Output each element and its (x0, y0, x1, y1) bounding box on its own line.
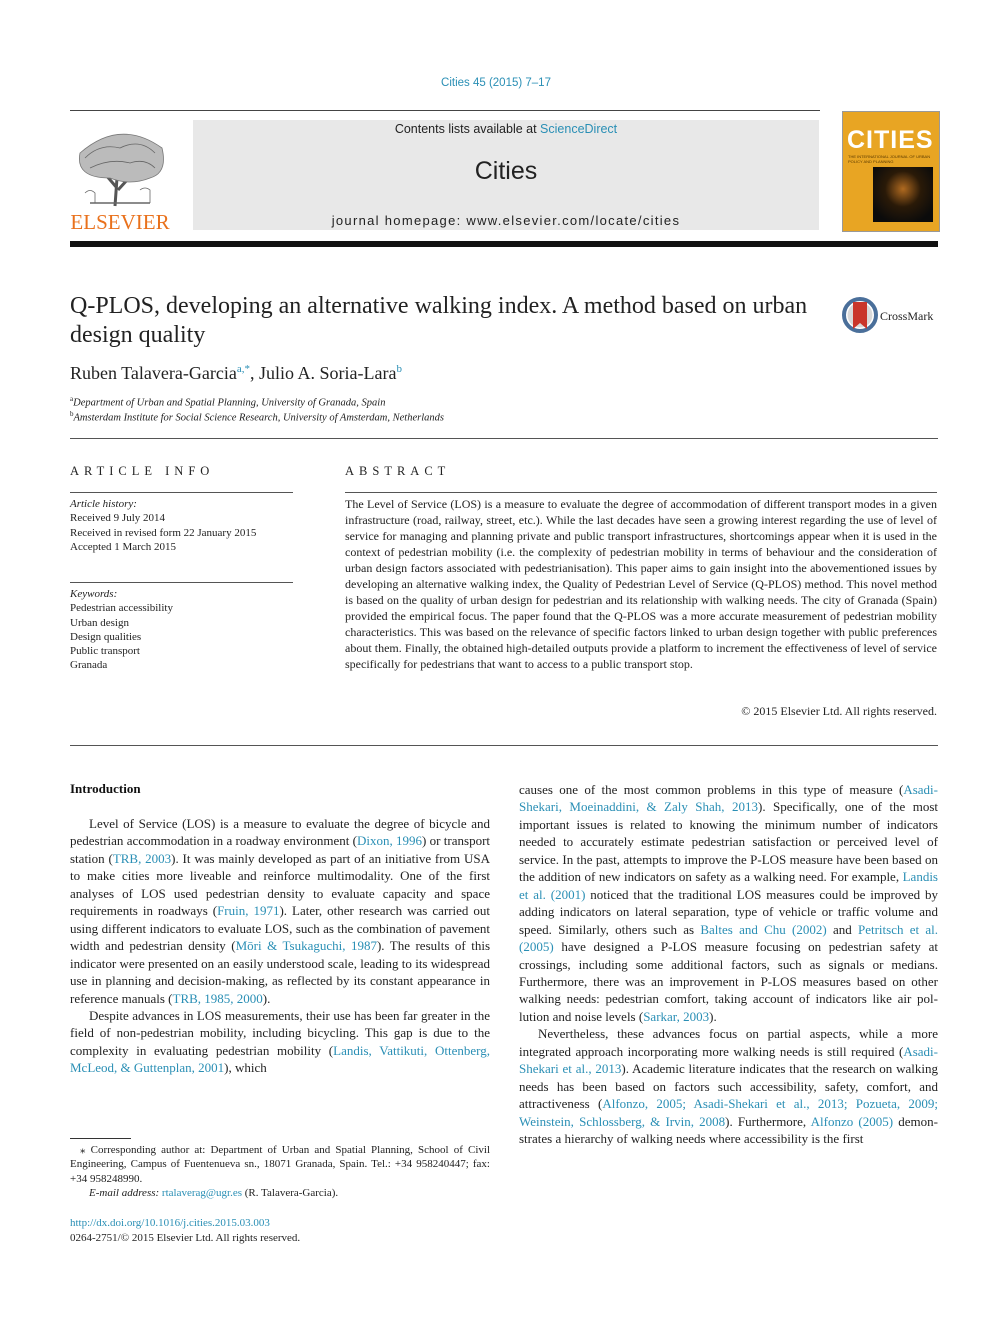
contents-prefix: Contents lists available at (394, 122, 541, 136)
header-divider (70, 110, 820, 111)
paragraph: causes one of the most common problems i… (519, 781, 938, 1025)
paragraph-text: and (826, 921, 858, 937)
author-affiliation-marker[interactable]: a,* (237, 363, 250, 375)
author-name[interactable]: Julio A. Soria-Lara (259, 363, 396, 383)
abstract-heading: ABSTRACT (345, 464, 451, 478)
sciencedirect-link[interactable]: ScienceDirect (540, 122, 617, 136)
affiliation-divider (70, 438, 938, 439)
keywords-divider (70, 582, 293, 583)
paragraph: Nevertheless, these advances focus on pa… (519, 1025, 938, 1147)
paragraph-text: ). Furthermore, (725, 1113, 811, 1129)
journal-name: Cities (474, 157, 538, 185)
body-column-right: causes one of the most common problems i… (519, 781, 938, 1148)
footnote-rule (70, 1138, 131, 1139)
section-heading-introduction: Introduction (70, 781, 141, 796)
cover-subtitle: THE INTERNATIONAL JOURNAL OF URBAN POLIC… (848, 154, 931, 164)
article-history-label: Article history: (70, 498, 137, 510)
journal-cover-thumbnail[interactable]: CITIES THE INTERNATIONAL JOURNAL OF URBA… (842, 111, 940, 232)
paragraph-text: have designed a P-LOS mea­sure focusing … (519, 939, 938, 1024)
history-item: Received 9 July 2014 (70, 512, 166, 525)
affiliation-text: Department of Urban and Spatial Planning… (73, 397, 386, 409)
contents-line: Contents lists available at ScienceDirec… (193, 122, 819, 136)
article-history: Article history: Received 9 July 2014 Re… (70, 497, 300, 554)
keyword-item: Pedestrian accessibility (70, 602, 173, 615)
crossmark-button[interactable]: CrossMark (842, 296, 942, 336)
journal-citation-link[interactable]: Cities 45 (2015) 7–17 (0, 77, 992, 89)
author-affiliation-marker[interactable]: b (396, 363, 402, 375)
citation-link[interactable]: TRB, 1985, 2000 (173, 991, 263, 1006)
citation-link[interactable]: TRB, 2003 (113, 851, 171, 866)
keywords: Keywords: Pedestrian accessibility Urban… (70, 587, 300, 673)
citation-link[interactable]: Mōri & Tsukaguchi, 1987 (236, 938, 377, 953)
corresponding-author-note: Corresponding author at: Department of U… (70, 1144, 491, 1185)
citation-link[interactable]: Fruin, 1971 (217, 903, 279, 918)
keyword-item: Design qualities (70, 630, 142, 643)
paragraph-text: ), which (224, 1060, 267, 1076)
email-suffix: (R. Talavera-Garcia). (242, 1186, 339, 1199)
journal-banner: Contents lists available at ScienceDirec… (193, 120, 819, 230)
citation-link[interactable]: Sarkar, 2003 (643, 1009, 709, 1024)
citation-link[interactable]: Dixon, 1996 (357, 833, 422, 848)
banner-bottom-rule (70, 241, 938, 247)
publisher-wordmark: ELSEVIER (70, 210, 170, 234)
citation-link[interactable]: Alfonzo (2005) (811, 1114, 893, 1129)
abstract-copyright: © 2015 Elsevier Ltd. All rights reserved… (741, 704, 937, 718)
history-item: Received in revised form 22 January 2015 (70, 526, 257, 539)
paragraph-text: Nevertheless, these advances focus on pa… (519, 1026, 938, 1059)
email-label: E-mail address: (89, 1186, 162, 1199)
paragraph-text: causes one of the most common problems i… (519, 782, 904, 797)
keyword-item: Granada (70, 659, 108, 672)
body-column-left: Level of Service (LOS) is a measure to e… (70, 815, 490, 1077)
citation-link[interactable]: Baltes and Chu (2002) (700, 922, 826, 937)
keyword-item: Public transport (70, 645, 140, 658)
article-title: Q-PLOS, developing an alternative walkin… (70, 293, 808, 348)
crossmark-label: CrossMark (880, 309, 934, 323)
paragraph: Despite advances in LOS measurements, th… (70, 1007, 490, 1077)
author-list: Ruben Talavera-Garciaa,*, Julio A. Soria… (70, 363, 402, 383)
abstract-divider (345, 492, 937, 493)
affiliation-text: Amsterdam Institute for Social Science R… (73, 412, 444, 424)
doi-block: http://dx.doi.org/10.1016/j.cities.2015.… (70, 1216, 300, 1246)
cover-city-lights-image (873, 167, 933, 222)
author-name[interactable]: Ruben Talavera-Garcia (70, 363, 237, 383)
cover-title: CITIES (847, 126, 934, 154)
affiliation-b: bAmsterdam Institute for Social Science … (70, 410, 444, 424)
article-info-divider (70, 492, 293, 493)
keywords-label: Keywords: (70, 588, 118, 600)
affiliation-a: aDepartment of Urban and Spatial Plannin… (70, 395, 385, 409)
article-info-heading: ARTICLE INFO (70, 464, 215, 478)
paragraph-text: ). (709, 1008, 717, 1024)
doi-link[interactable]: http://dx.doi.org/10.1016/j.cities.2015.… (70, 1216, 300, 1231)
crossmark-icon (842, 297, 878, 333)
footnote: ⁎ Corresponding author at: Department of… (70, 1143, 490, 1200)
abstract-text: The Level of Service (LOS) is a measure … (345, 497, 937, 671)
paragraph-text: ). (262, 990, 271, 1006)
keyword-item: Urban design (70, 616, 129, 629)
abstract-bottom-divider (70, 745, 938, 746)
issn-copyright: 0264-2751/© 2015 Elsevier Ltd. All right… (70, 1232, 301, 1244)
journal-homepage-link[interactable]: journal homepage: www.elsevier.com/locat… (193, 213, 819, 228)
footnote-marker: ⁎ (80, 1144, 86, 1156)
email-link[interactable]: rtalaverag@ugr.es (162, 1187, 242, 1199)
history-item: Accepted 1 March 2015 (70, 540, 176, 553)
paragraph: Level of Service (LOS) is a measure to e… (70, 815, 490, 1007)
